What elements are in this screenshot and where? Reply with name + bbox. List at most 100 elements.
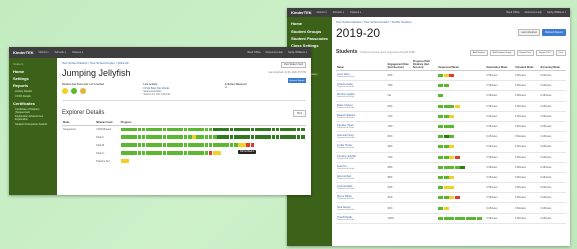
progress-segment[interactable]	[449, 175, 455, 179]
last-activity-value[interactable]: Fill the Boat: Bus Woods	[143, 87, 224, 90]
col-unlocked[interactable]: Unlocked Mode	[514, 59, 540, 71]
progress-segment[interactable]	[443, 135, 449, 139]
sidebar-sub-cert-mastery[interactable]: Certificate of Mastery (Sequenced)	[9, 107, 57, 115]
col-screening[interactable]: Screening Mode	[539, 59, 566, 71]
progress-segment[interactable]	[449, 165, 455, 169]
student-row[interactable]: Raquel Hawkins Sequenced Mode 74% 0 Minutes…	[336, 111, 566, 122]
progress-segment[interactable]	[443, 125, 449, 129]
progress-bar[interactable]	[438, 206, 482, 210]
progress-segment[interactable]	[438, 84, 444, 88]
progress-segment[interactable]	[300, 127, 305, 132]
nav-schools[interactable]: Schools ▾	[333, 11, 344, 14]
student-row[interactable]: Ada Lambert Sequenced Mode 85% 0 Minutes 0 M…	[336, 172, 566, 184]
col-progress-distance[interactable]: Progress Path Distance (last Session)	[411, 59, 438, 71]
progress-bar[interactable]	[438, 165, 482, 169]
progress-segment[interactable]	[438, 104, 444, 108]
progress-bar[interactable]	[120, 151, 305, 155]
progress-segment[interactable]	[438, 135, 444, 139]
progress-segment[interactable]	[443, 165, 449, 169]
print-button[interactable]: Print	[555, 50, 566, 56]
resource-help-link[interactable]: Resource Help	[525, 11, 542, 14]
progress-bar[interactable]	[120, 135, 305, 139]
last-refreshed-button[interactable]: Last refreshed	[518, 29, 540, 36]
progress-segment[interactable]	[443, 196, 449, 200]
student-row[interactable]: Lucille Hunter Sequenced Mode 66% 0 Minutes…	[336, 141, 566, 153]
progress-bar[interactable]	[438, 74, 482, 78]
student-row[interactable]: Leroy Allen Sequenced Mode 60% 0 Minutes 0 M…	[336, 70, 566, 82]
progress-segment[interactable]	[460, 165, 466, 169]
progress-bar[interactable]	[120, 159, 305, 163]
col-name[interactable]: Name	[336, 59, 387, 71]
smile-badge-icon[interactable]	[80, 88, 86, 94]
progress-segment[interactable]	[443, 175, 449, 179]
progress-segment[interactable]	[443, 114, 449, 118]
progress-segment[interactable]	[438, 125, 444, 129]
progress-segment[interactable]	[217, 151, 221, 155]
progress-segment[interactable]	[471, 216, 477, 220]
progress-bar[interactable]	[438, 104, 482, 108]
back-office-link[interactable]: Back Office	[506, 11, 519, 14]
progress-bar[interactable]	[438, 135, 482, 139]
progress-segment[interactable]	[454, 165, 460, 169]
view-student-card-button[interactable]: View Student Card	[280, 62, 306, 68]
progress-segment[interactable]	[443, 104, 449, 108]
col-exploration[interactable]: Exploration Mode	[485, 59, 515, 71]
progress-segment[interactable]	[449, 74, 455, 78]
brand-logo[interactable]: KinderTEK	[13, 50, 34, 55]
sidebar-sub-cert-exploration[interactable]: Exploration Adventurous Exploration	[9, 115, 57, 123]
progress-segment[interactable]	[443, 74, 449, 78]
progress-segment[interactable]	[449, 196, 455, 200]
progress-segment[interactable]	[438, 114, 444, 118]
progress-segment[interactable]	[438, 216, 444, 220]
add-group-button[interactable]: Add Student Group	[489, 50, 515, 56]
progress-segment[interactable]	[438, 186, 444, 190]
progress-segment[interactable]	[449, 135, 455, 139]
col-engagement[interactable]: Engagement Rate (last Session)	[386, 59, 412, 71]
progress-segment[interactable]	[438, 74, 444, 78]
sidebar-item-student-passcodes[interactable]: Student Passcodes	[287, 35, 332, 42]
progress-segment[interactable]	[443, 216, 449, 220]
student-row[interactable]: Gertrude Henry Sequenced Mode 81% 0 Minutes…	[336, 131, 566, 143]
progress-bar[interactable]	[120, 143, 305, 147]
progress-segment[interactable]	[454, 216, 460, 220]
student-row[interactable]: Octavia Carter Sequenced Mode 78% 0 Minutes…	[336, 80, 566, 92]
student-row[interactable]: Jumping Jellyfish Sequenced Mode 74% 0 Minu…	[336, 152, 566, 163]
student-row[interactable]: Caroline Heath Sequenced Mode 79% 0 Minutes…	[336, 121, 566, 133]
progress-segment[interactable]	[449, 104, 455, 108]
progress-bar[interactable]	[438, 94, 482, 98]
student-row[interactable]: Nina Nelson Sequenced Mode 61% 0 Minutes 0 M…	[336, 202, 566, 214]
progress-segment[interactable]	[438, 94, 444, 98]
sidebar-sub-cert-kit[interactable]: Student Kit Explorer Awards	[9, 122, 57, 127]
progress-segment[interactable]	[454, 155, 460, 159]
progress-segment[interactable]	[449, 216, 455, 220]
user-menu[interactable]: Cathy Williams ▾	[547, 11, 566, 14]
progress-segment[interactable]	[443, 155, 449, 159]
progress-segment[interactable]	[438, 196, 444, 200]
progress-bar[interactable]	[438, 145, 482, 149]
progress-segment[interactable]	[443, 206, 449, 210]
progress-segment[interactable]	[449, 145, 455, 149]
sidebar-item-reports[interactable]: Reports	[9, 82, 57, 89]
student-row[interactable]: Kyle Kim Sequenced Mode 88% 0 Minutes 0 Minu…	[336, 162, 566, 173]
sidebar-sub-ccss[interactable]: CCSS Details	[9, 94, 57, 99]
brand-logo[interactable]: KinderTEK	[291, 10, 312, 15]
progress-segment[interactable]	[438, 175, 444, 179]
progress-segment[interactable]	[250, 143, 255, 147]
export-data-button[interactable]: Export Data	[516, 50, 535, 56]
print-button[interactable]: Print	[293, 109, 306, 117]
progress-bar[interactable]	[438, 84, 482, 88]
progress-segment[interactable]	[438, 206, 444, 210]
progress-segment[interactable]	[454, 196, 460, 200]
progress-segment[interactable]	[449, 186, 455, 190]
progress-bar[interactable]	[120, 127, 305, 132]
progress-segment[interactable]	[449, 125, 455, 129]
user-menu[interactable]: Cathy Williams ▾	[288, 51, 307, 54]
progress-bar[interactable]	[438, 175, 482, 179]
progress-segment[interactable]	[465, 216, 471, 220]
progress-segment[interactable]	[438, 165, 444, 169]
progress-segment[interactable]	[449, 155, 455, 159]
sidebar-item-student-groups[interactable]: Student Groups	[287, 27, 332, 34]
export-csv-button[interactable]: Export CSV	[536, 50, 554, 56]
progress-bar[interactable]	[438, 114, 482, 118]
progress-segment[interactable]	[454, 104, 460, 108]
